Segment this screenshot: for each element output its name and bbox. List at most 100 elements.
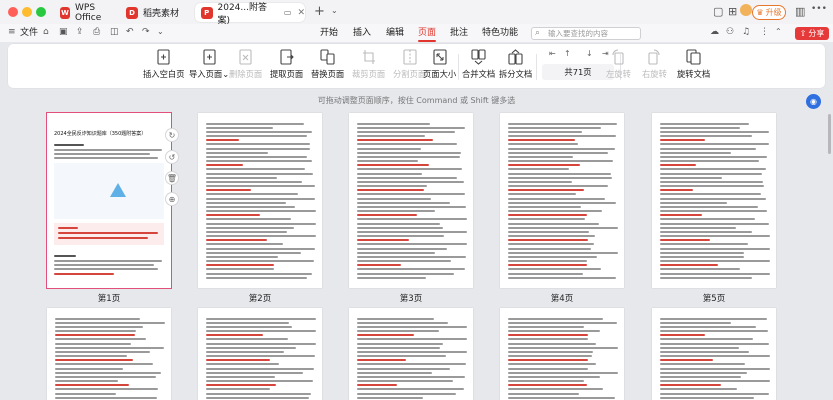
text-line bbox=[508, 273, 583, 275]
chevron-down-icon[interactable]: ⌄ bbox=[331, 7, 338, 15]
page-thumbnail-6[interactable] bbox=[47, 308, 171, 400]
close-icon[interactable]: ✕ bbox=[297, 8, 305, 18]
page-thumbnail-9[interactable] bbox=[500, 308, 624, 400]
maximize-window-button[interactable] bbox=[36, 7, 46, 17]
rotate-page-icon[interactable]: ↻ bbox=[165, 128, 179, 142]
crop-page-button[interactable]: 裁剪页面 bbox=[352, 48, 385, 80]
print-icon[interactable]: ⎙ bbox=[93, 28, 100, 37]
answer-line bbox=[660, 189, 693, 191]
page-thumbnail-2[interactable] bbox=[198, 113, 322, 288]
export-icon[interactable]: ⇪ bbox=[76, 28, 84, 37]
text-line bbox=[660, 268, 740, 270]
prev-page-icon[interactable]: ↑ bbox=[564, 49, 571, 58]
file-menu[interactable]: 文件 bbox=[20, 26, 38, 40]
tool-label: 插入空白页 bbox=[143, 69, 185, 79]
page-thumbnail-5[interactable] bbox=[652, 113, 776, 288]
monitor-icon[interactable]: ▭ bbox=[284, 8, 292, 17]
page-title-text: 2024全民反诈知识题库（350题附答案） bbox=[54, 131, 147, 137]
insert-page-icon[interactable]: ⊕ bbox=[165, 192, 179, 206]
text-line bbox=[55, 355, 127, 357]
rotate-right-button[interactable]: 右旋转 bbox=[642, 48, 667, 80]
save-icon[interactable]: ▣ bbox=[59, 28, 68, 37]
vertical-scrollbar[interactable] bbox=[828, 114, 831, 154]
text-line bbox=[508, 123, 617, 125]
text-line bbox=[357, 243, 467, 245]
chevron-up-icon[interactable]: ⌃ bbox=[775, 28, 782, 36]
trash-icon[interactable]: 🗑 bbox=[165, 171, 179, 185]
search-input[interactable]: ⌕ 输入要查找的内容 bbox=[531, 27, 641, 40]
first-page-icon[interactable]: ⇤ bbox=[549, 49, 556, 58]
preview-icon[interactable]: ◫ bbox=[110, 28, 119, 37]
text-line bbox=[508, 355, 592, 357]
delete-page-icon bbox=[238, 48, 254, 65]
answer-line bbox=[55, 384, 129, 386]
next-page-icon[interactable]: ↓ bbox=[586, 49, 593, 58]
new-tab-icon[interactable]: + bbox=[314, 5, 325, 18]
menu-item-insert[interactable]: 插入 bbox=[353, 26, 371, 40]
split-doc-button[interactable]: 拆分文档 bbox=[499, 48, 532, 80]
page-size-button[interactable]: 页面大小 bbox=[423, 48, 456, 80]
page-thumbnail-1[interactable]: 2024全民反诈知识题库（350题附答案） bbox=[46, 112, 172, 289]
text-line bbox=[206, 397, 309, 399]
menu-item-features[interactable]: 特色功能 bbox=[482, 26, 518, 40]
delete-page-button[interactable]: 删除页面 bbox=[229, 48, 262, 80]
text-line bbox=[357, 326, 467, 328]
minimize-window-button[interactable] bbox=[22, 7, 32, 17]
import-page-button[interactable]: 导入页面⌄ bbox=[189, 48, 229, 80]
redo-icon[interactable]: ↷ bbox=[142, 28, 150, 37]
page-thumbnail-4[interactable] bbox=[500, 113, 624, 288]
text-line bbox=[206, 243, 283, 245]
split-page-button[interactable]: 分割页面 bbox=[393, 48, 426, 80]
text-line bbox=[206, 218, 291, 220]
text-line bbox=[55, 376, 156, 378]
menu-item-edit[interactable]: 编辑 bbox=[386, 26, 404, 40]
chevron-down-icon[interactable]: ⌄ bbox=[157, 28, 164, 36]
text-line bbox=[357, 343, 443, 345]
rotate-doc-button[interactable]: 旋转文档 bbox=[677, 48, 710, 80]
menu-icon[interactable]: ≡ bbox=[8, 28, 16, 37]
merge-doc-button[interactable]: 合并文档 bbox=[462, 48, 495, 80]
menu-item-comment[interactable]: 批注 bbox=[450, 26, 468, 40]
text-line bbox=[54, 255, 76, 257]
avatar[interactable] bbox=[740, 4, 752, 16]
menu-item-page[interactable]: 页面 bbox=[418, 26, 437, 42]
text-line bbox=[55, 318, 140, 320]
close-window-button[interactable] bbox=[8, 7, 18, 17]
page-thumbnail-10[interactable] bbox=[652, 308, 776, 400]
tab-document[interactable]: P 2024...附答案) ▭ ✕ bbox=[195, 3, 305, 26]
menu-item-home[interactable]: 开始 bbox=[320, 26, 338, 40]
extract-page-button[interactable]: 提取页面 bbox=[270, 48, 303, 80]
more-icon[interactable]: ••• bbox=[811, 5, 827, 14]
tab-wps-office[interactable]: W WPS Office bbox=[54, 3, 116, 23]
cloud-icon[interactable]: ☁ bbox=[710, 28, 719, 37]
text-line bbox=[508, 152, 608, 154]
rotate-page-ccw-icon[interactable]: ↺ bbox=[165, 150, 179, 164]
help-icon[interactable]: ◉ bbox=[806, 94, 821, 109]
bell-icon[interactable]: ♫ bbox=[742, 28, 750, 37]
upgrade-button[interactable]: ♛ 升级 bbox=[752, 5, 786, 20]
collab-icon[interactable]: ⚇ bbox=[726, 28, 734, 37]
highlight-box bbox=[54, 223, 164, 245]
text-line bbox=[206, 131, 312, 133]
grid-icon[interactable]: ⊞ bbox=[728, 6, 737, 17]
page-thumbnail-7[interactable] bbox=[198, 308, 322, 400]
text-line bbox=[357, 185, 427, 187]
text-line bbox=[206, 123, 304, 125]
tab-daoke[interactable]: D 稻壳素材 bbox=[120, 3, 192, 22]
window-layout-icon[interactable]: ▢ bbox=[713, 6, 723, 17]
page-thumbnail-3[interactable] bbox=[349, 113, 473, 288]
answer-line bbox=[357, 384, 397, 386]
undo-icon[interactable]: ↶ bbox=[126, 28, 134, 37]
page-thumbnail-8[interactable] bbox=[349, 308, 473, 400]
text-line bbox=[508, 380, 584, 382]
answer-line bbox=[55, 359, 133, 361]
text-line bbox=[508, 231, 589, 233]
answer-line bbox=[660, 359, 713, 361]
open-folder-icon[interactable]: ⌂ bbox=[43, 28, 49, 37]
share-button[interactable]: ⇧ 分享 bbox=[795, 27, 829, 40]
rotate-left-button[interactable]: 左旋转 bbox=[606, 48, 631, 80]
replace-page-button[interactable]: 替换页面 bbox=[311, 48, 344, 80]
sidebar-toggle-icon[interactable]: ▥ bbox=[795, 6, 805, 17]
more-icon[interactable]: ⋮ bbox=[760, 28, 769, 37]
insert-blank-page-button[interactable]: 插入空白页 bbox=[143, 48, 185, 80]
